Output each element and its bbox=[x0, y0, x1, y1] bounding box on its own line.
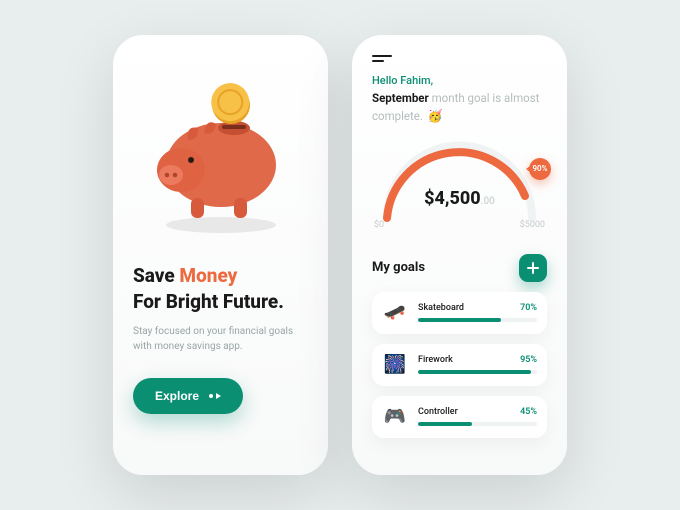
goal-percent: 70% bbox=[520, 303, 537, 313]
goal-card[interactable]: 🎮 Controller 45% bbox=[372, 396, 547, 438]
headline-pre: Save bbox=[133, 264, 179, 287]
piggy-bank-icon bbox=[136, 70, 306, 240]
add-goal-button[interactable] bbox=[519, 254, 547, 282]
gauge-amount: $4,500.00 bbox=[372, 188, 547, 209]
goal-icon: 🛹 bbox=[382, 300, 408, 326]
progress-bar bbox=[418, 422, 537, 426]
onboarding-screen: Save Money For Bright Future. Stay focus… bbox=[113, 35, 328, 475]
goal-icon: 🎮 bbox=[382, 404, 408, 430]
goals-title: My goals bbox=[372, 260, 425, 275]
goals-list: 🛹 Skateboard 70% 🎆 Firework 95% 🎮 Controller 45% bbox=[372, 282, 547, 438]
headline: Save Money For Bright Future. bbox=[133, 263, 308, 314]
range-max: $5000 bbox=[520, 220, 545, 230]
amount-main: $4,500 bbox=[424, 188, 481, 209]
progress-bar bbox=[418, 318, 537, 322]
goal-name: Firework bbox=[418, 355, 453, 365]
goal-percent: 45% bbox=[520, 407, 537, 417]
status-line: September month goal is almost complete.… bbox=[372, 90, 547, 126]
goal-name: Controller bbox=[418, 407, 458, 417]
explore-label: Explore bbox=[155, 389, 199, 403]
goal-body: Skateboard 70% bbox=[418, 303, 537, 322]
greeting: Hello Fahim, bbox=[372, 74, 547, 87]
range-min: $0 bbox=[374, 220, 384, 230]
hero-image bbox=[133, 55, 308, 255]
status-month: September bbox=[372, 91, 429, 105]
goal-name: Skateboard bbox=[418, 303, 464, 313]
goal-percent: 95% bbox=[520, 355, 537, 365]
plus-icon bbox=[526, 261, 540, 275]
gauge-range: $0 $5000 bbox=[372, 220, 547, 230]
topbar bbox=[372, 55, 547, 62]
goals-header: My goals bbox=[372, 254, 547, 282]
amount-cents: .00 bbox=[481, 196, 495, 207]
progress-bar bbox=[418, 370, 537, 374]
headline-post: For Bright Future. bbox=[133, 290, 284, 313]
party-emoji-icon: 🥳 bbox=[428, 107, 443, 125]
explore-button[interactable]: Explore bbox=[133, 378, 243, 414]
goal-icon: 🎆 bbox=[382, 352, 408, 378]
goal-body: Controller 45% bbox=[418, 407, 537, 426]
progress-gauge: 90% $4,500.00 $0 $5000 bbox=[372, 136, 547, 240]
goal-card[interactable]: 🎆 Firework 95% bbox=[372, 344, 547, 386]
goal-body: Firework 95% bbox=[418, 355, 537, 374]
dashboard-screen: Hello Fahim, September month goal is alm… bbox=[352, 35, 567, 475]
subcopy: Stay focused on your financial goals wit… bbox=[133, 324, 308, 354]
goal-card[interactable]: 🛹 Skateboard 70% bbox=[372, 292, 547, 334]
arrow-right-icon bbox=[209, 393, 221, 399]
menu-icon[interactable] bbox=[372, 55, 392, 62]
headline-accent: Money bbox=[179, 264, 237, 287]
gauge-percent-badge: 90% bbox=[529, 158, 551, 180]
